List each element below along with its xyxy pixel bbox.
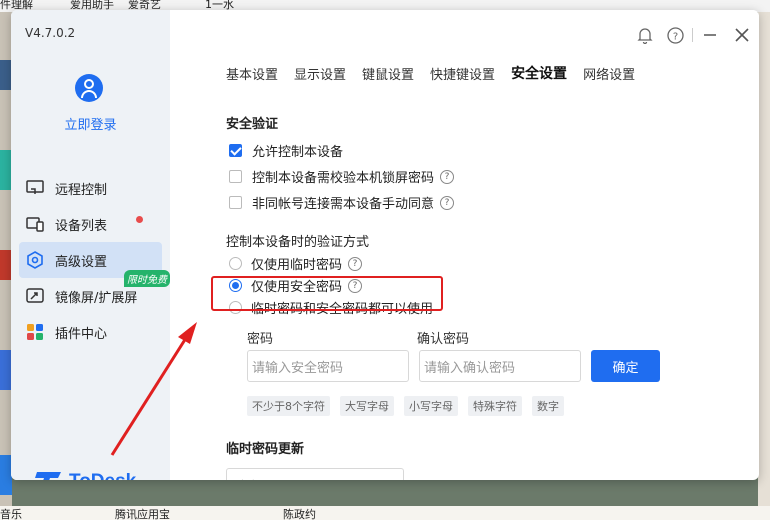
radio-temp-password-only[interactable]: 仅使用临时密码 ? [229,254,363,273]
plugin-grid-icon [25,322,45,342]
divider [692,28,693,42]
window-controls: ? [634,24,759,46]
tab-display[interactable]: 显示设置 [294,64,346,83]
option-label: 非同帐号连接需本设备手动同意 [252,197,435,212]
confirm-password-label: 确认密码 [417,332,470,347]
tab-basic[interactable]: 基本设置 [226,64,278,83]
avatar-head-icon [84,79,94,89]
help-circle-icon[interactable]: ? [440,195,455,210]
help-icon[interactable]: ? [664,24,686,46]
annotation-highlight-box [211,276,443,311]
avatar[interactable] [75,74,103,102]
brand-name: ToDesk [69,471,136,480]
confirm-password-input[interactable]: 请输入确认密码 [419,350,581,382]
avatar-body-icon [81,90,97,98]
option-manual-approve[interactable]: 非同帐号连接需本设备手动同意 ? [229,193,455,212]
settings-hexagon-icon [25,250,45,270]
remote-screen-icon [25,178,45,198]
sidebar-item-label: 插件中心 [55,326,108,342]
option-label: 允许控制本设备 [252,145,344,160]
requirement-chip: 不少于8个字符 [247,396,330,416]
sidebar: V4.7.0.2 立即登录 远程控制 设备列表 高级设置 镜像屏/扩展屏 限时免… [11,10,170,480]
settings-tabs: 基本设置 显示设置 键鼠设置 快捷键设置 安全设置 网络设置 [226,64,651,83]
bell-icon[interactable] [634,24,656,46]
desktop-label: 腾讯应用宝 [115,508,170,520]
sidebar-item-remote-control[interactable]: 远程控制 [19,170,162,206]
section-title-temp-password: 临时密码更新 [226,442,305,457]
help-circle-icon[interactable]: ? [348,256,363,271]
mirror-screen-icon [25,286,45,306]
password-input[interactable]: 请输入安全密码 [247,350,409,382]
tab-network[interactable]: 网络设置 [583,64,635,83]
svg-text:?: ? [672,31,677,42]
requirement-chip: 大写字母 [340,396,394,416]
requirement-chip: 特殊字符 [468,396,522,416]
tab-shortcuts[interactable]: 快捷键设置 [430,64,495,83]
requirement-chip: 小写字母 [404,396,458,416]
tab-security[interactable]: 安全设置 [511,63,567,83]
todesk-logo-icon [35,468,63,480]
verify-method-title: 控制本设备时的验证方式 [226,235,370,250]
help-circle-icon[interactable]: ? [440,169,455,184]
password-label: 密码 [247,332,274,347]
option-lockscreen-password[interactable]: 控制本设备需校验本机锁屏密码 ? [229,167,455,186]
desktop-label: 陈政约 [283,508,316,520]
checkbox[interactable] [229,170,242,183]
tab-keyboard-mouse[interactable]: 键鼠设置 [362,64,414,83]
temp-password-update-select[interactable]: 手动 [226,468,404,480]
free-badge: 限时免费 [124,270,170,287]
checkbox[interactable] [229,196,242,209]
desktop-right-strip [758,0,770,520]
option-allow-control[interactable]: 允许控制本设备 [229,141,343,160]
confirm-button[interactable]: 确定 [591,350,660,382]
notification-dot [136,216,143,223]
sidebar-item-label: 高级设置 [55,254,108,270]
sidebar-item-label: 远程控制 [55,182,108,198]
password-requirements: 不少于8个字符 大写字母 小写字母 特殊字符 数字 [247,396,574,416]
sidebar-item-label: 镜像屏/扩展屏 [55,290,138,306]
requirement-chip: 数字 [532,396,564,416]
sidebar-item-plugin-center[interactable]: 插件中心 [19,314,162,350]
section-title-security: 安全验证 [226,117,279,132]
radio-button[interactable] [229,257,242,270]
sidebar-item-device-list[interactable]: 设备列表 [19,206,162,242]
sidebar-item-mirror-screen[interactable]: 镜像屏/扩展屏 限时免费 [19,270,170,314]
todesk-logo: ToDesk [35,468,136,480]
option-label: 仅使用临时密码 [251,258,343,273]
login-link[interactable]: 立即登录 [11,114,170,133]
desktop-bottom-strip: 音乐 腾讯应用宝 陈政约 [0,506,770,520]
device-list-icon [25,214,45,234]
option-label: 控制本设备需校验本机锁屏密码 [252,171,435,186]
checkbox-checked[interactable] [229,144,242,157]
sidebar-item-label: 设备列表 [55,218,108,234]
todesk-window: V4.7.0.2 立即登录 远程控制 设备列表 高级设置 镜像屏/扩展屏 限时免… [11,10,759,480]
close-icon[interactable] [731,24,753,46]
version-label: V4.7.0.2 [25,26,76,40]
select-value: 手动 [233,477,257,480]
desktop-label: 音乐 [0,508,22,520]
minimize-icon[interactable] [699,24,721,46]
